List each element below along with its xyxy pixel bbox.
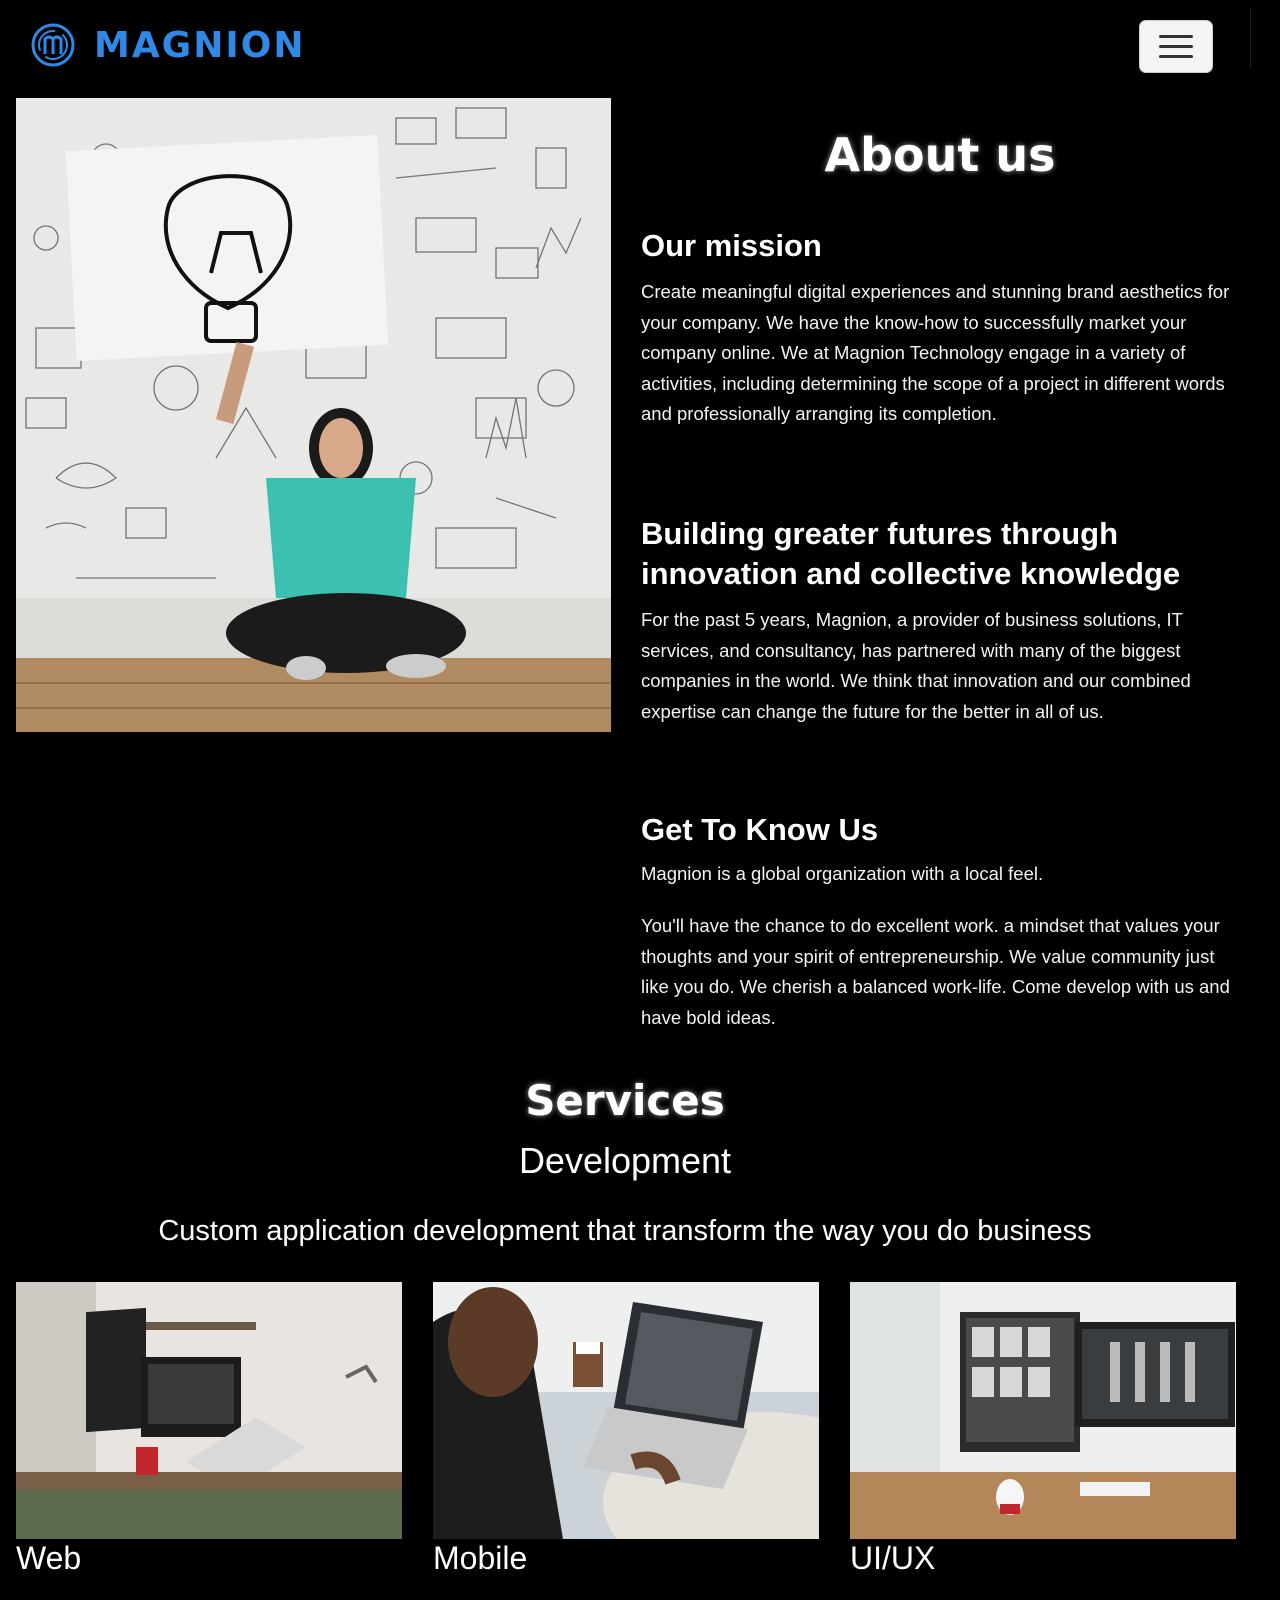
service-label-mobile: Mobile: [433, 1540, 528, 1576]
menu-toggle-button[interactable]: [1139, 20, 1213, 73]
brand-logo[interactable]: MAGNION: [30, 22, 306, 68]
services-title: Services: [525, 1076, 725, 1125]
uiux-service-image[interactable]: [850, 1282, 1236, 1539]
about-hero-image: [16, 98, 611, 732]
top-navbar: MAGNION: [0, 0, 1280, 90]
know-us-heading: Get To Know Us: [641, 812, 879, 847]
futures-text: For the past 5 years, Magnion, a provide…: [641, 609, 1191, 722]
mobile-service-image[interactable]: [433, 1282, 819, 1539]
futures-heading: Building greater futures through innovat…: [641, 516, 1181, 591]
mission-text: Create meaningful digital experiences an…: [641, 281, 1230, 424]
brand-name: MAGNION: [94, 24, 306, 66]
services-tagline: Custom application development that tran…: [158, 1215, 1092, 1247]
mission-heading: Our mission: [641, 228, 822, 263]
web-service-image[interactable]: [16, 1282, 402, 1539]
hamburger-icon: [1159, 35, 1193, 38]
divider: [1250, 8, 1251, 68]
know-us-text-1: Magnion is a global organization with a …: [641, 863, 1044, 884]
service-label-web: Web: [16, 1540, 82, 1576]
magnion-logo-icon: [31, 23, 75, 67]
know-us-text-2: You'll have the chance to do excellent w…: [641, 915, 1230, 1028]
service-label-uiux: UI/UX: [850, 1540, 936, 1576]
about-title: About us: [824, 128, 1056, 182]
development-subtitle: Development: [518, 1140, 732, 1181]
